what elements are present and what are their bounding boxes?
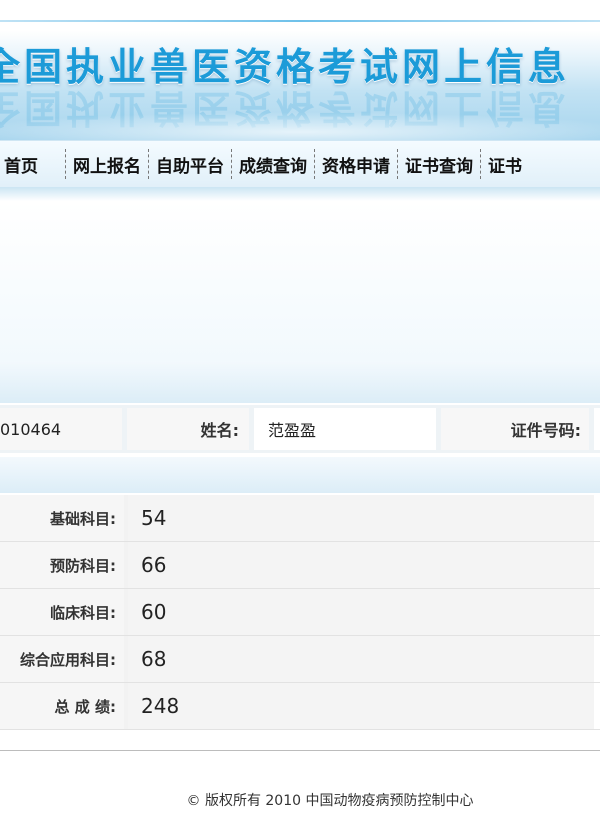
- table-row: 预防科目: 66: [0, 542, 600, 589]
- id-number-label: 证件号码:: [441, 408, 589, 450]
- nav-item-online-registration[interactable]: 网上报名: [65, 149, 148, 179]
- header-banner: 全国执业兽医资格考试网上信息 全国执业兽医资格考试网上信息: [0, 0, 600, 140]
- nav-item-qualification-application[interactable]: 资格申请: [314, 149, 397, 179]
- main-nav: 首页 网上报名 自助平台 成绩查询 资格申请 证书查询 证书: [0, 140, 600, 188]
- score-value-comprehensive: 68: [128, 636, 594, 682]
- id-number-value: [594, 408, 600, 450]
- nav-item-self-service[interactable]: 自助平台: [148, 149, 231, 179]
- nav-item-certificate[interactable]: 证书: [480, 149, 529, 179]
- nav-item-score-query[interactable]: 成绩查询: [231, 149, 314, 179]
- banner-accent-line: [0, 20, 600, 22]
- scores-table: 基础科目: 54 预防科目: 66 临床科目: 60 综合应用科目: 68 总 …: [0, 495, 600, 730]
- score-edge-cell: [594, 542, 600, 588]
- score-label-clinical: 临床科目:: [0, 589, 124, 635]
- footer-text: 版权所有 2010 中国动物疫病预防控制中心: [204, 793, 474, 809]
- score-label-prevention: 预防科目:: [0, 542, 124, 588]
- score-value-basic: 54: [128, 495, 594, 541]
- name-label: 姓名:: [127, 408, 249, 450]
- banner-swoosh: [0, 112, 600, 140]
- nav-shadow: [0, 187, 600, 201]
- table-row: 基础科目: 54: [0, 495, 600, 542]
- section-header-band: [0, 361, 600, 403]
- score-value-prevention: 66: [128, 542, 594, 588]
- nav-item-certificate-query[interactable]: 证书查询: [397, 149, 480, 179]
- table-row: 总 成 绩: 248: [0, 683, 600, 730]
- candidate-info-row: 010464 姓名: 范盈盈 证件号码:: [0, 405, 600, 453]
- score-value-total: 248: [128, 683, 594, 729]
- table-row: 临床科目: 60: [0, 589, 600, 636]
- copyright-icon: ©: [186, 793, 201, 809]
- score-edge-cell: [594, 589, 600, 635]
- score-value-clinical: 60: [128, 589, 594, 635]
- score-edge-cell: [594, 683, 600, 729]
- table-row: 综合应用科目: 68: [0, 636, 600, 683]
- score-edge-cell: [594, 495, 600, 541]
- score-label-basic: 基础科目:: [0, 495, 124, 541]
- scores-header-band: [0, 457, 600, 493]
- nav-item-home[interactable]: 首页: [0, 149, 65, 179]
- score-label-total: 总 成 绩:: [0, 683, 124, 729]
- site-title: 全国执业兽医资格考试网上信息: [0, 44, 571, 89]
- candidate-id-value: 010464: [0, 408, 122, 450]
- content-panel: [0, 201, 600, 361]
- name-value: 范盈盈: [254, 408, 436, 450]
- divider: [0, 750, 600, 751]
- footer: © 版权所有 2010 中国动物疫病预防控制中心: [0, 790, 600, 810]
- score-edge-cell: [594, 636, 600, 682]
- score-label-comprehensive: 综合应用科目:: [0, 636, 124, 682]
